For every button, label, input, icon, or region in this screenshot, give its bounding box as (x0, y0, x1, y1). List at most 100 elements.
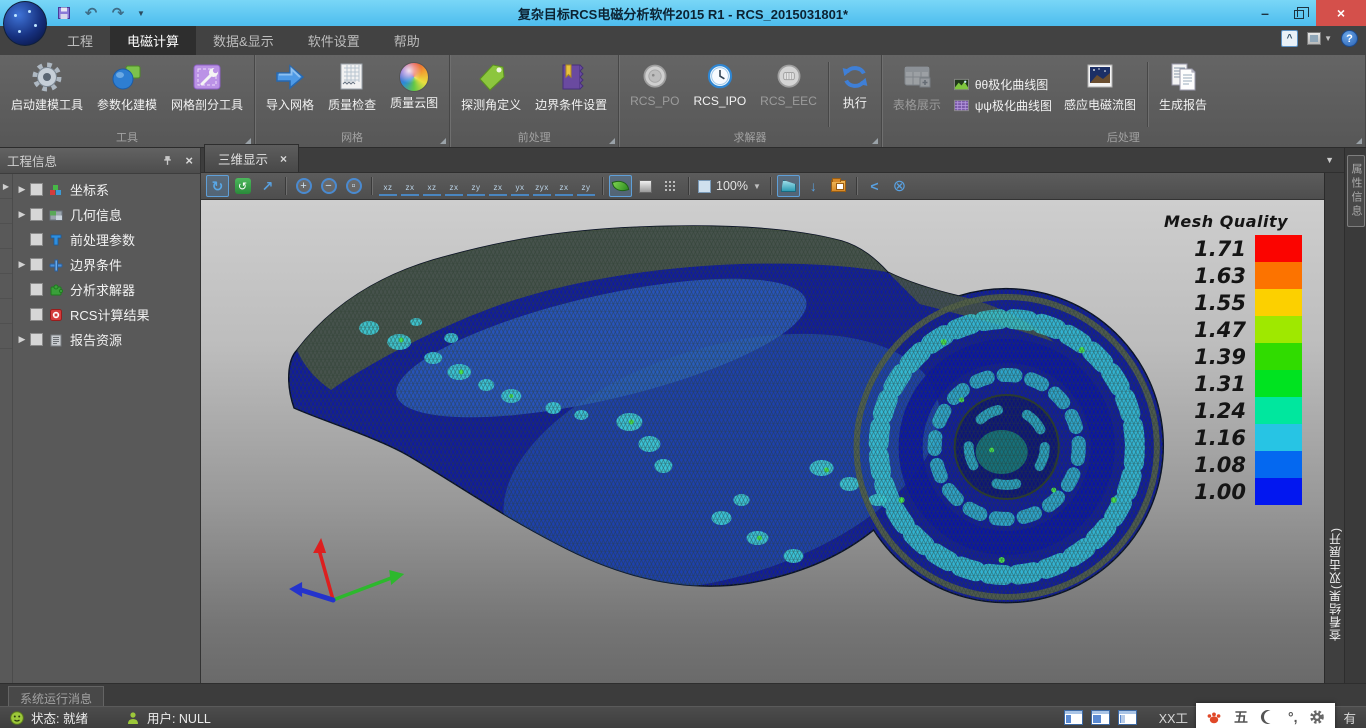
layout-left-button[interactable] (1064, 710, 1083, 725)
orbit-reset-button[interactable]: ↺ (231, 175, 254, 197)
shaded-mode-button[interactable] (609, 175, 632, 197)
download-view-button[interactable]: ↓ (802, 175, 825, 197)
minimize-button[interactable]: – (1248, 0, 1282, 26)
tab-help[interactable]: 帮助 (377, 26, 437, 55)
points-mode-button[interactable] (659, 175, 682, 197)
zoom-out-button[interactable]: − (317, 175, 340, 197)
green-chart-icon (953, 77, 970, 92)
layout-center-button[interactable] (1091, 710, 1110, 725)
boundary-condition-settings-button[interactable]: 边界条件设置 (529, 58, 613, 131)
layout-right-button[interactable] (1118, 710, 1137, 725)
export-image-button[interactable] (827, 175, 850, 197)
table-display-button[interactable]: 表格展示 (887, 58, 947, 131)
property-info-tab[interactable]: 属性信息 (1347, 155, 1365, 227)
checkbox[interactable] (30, 308, 43, 321)
ime-wubi-toggle[interactable]: 五 (1234, 707, 1248, 727)
close-button[interactable]: × (1316, 0, 1366, 26)
rcs-ipo-button[interactable]: RCS_IPO (687, 58, 752, 131)
checkbox[interactable] (30, 283, 43, 296)
checkbox[interactable] (30, 183, 43, 196)
group-expand-icon[interactable] (1356, 138, 1362, 144)
app-logo[interactable] (3, 1, 47, 46)
status-text: 状态: 就绪 (31, 708, 88, 727)
execute-button[interactable]: 执行 (834, 58, 876, 131)
tab-list-dropdown-icon[interactable]: ▼ (1325, 155, 1334, 165)
ime-paw-icon[interactable] (1206, 709, 1222, 725)
mesh-partition-tool-button[interactable]: 网格剖分工具 (165, 58, 249, 131)
expand-icon[interactable]: ▶ (14, 184, 30, 195)
rotate-view-button[interactable]: ↻ (206, 175, 229, 197)
ime-punctuation-toggle[interactable]: °, (1288, 709, 1298, 725)
parametric-modeling-button[interactable]: 参数化建模 (91, 58, 163, 131)
ime-toolbar[interactable]: 五 °, (1196, 703, 1336, 728)
checkbox[interactable] (30, 333, 43, 346)
close-tab-icon[interactable]: × (280, 152, 287, 166)
induced-current-map-button[interactable]: 感应电磁流图 (1058, 58, 1142, 131)
theta-polarization-curve-button[interactable]: θθ极化曲线图 (953, 76, 1052, 93)
tree-item-coordinate-system[interactable]: ▶ 坐标系 (14, 177, 200, 202)
view-iso3-button[interactable]: zy (577, 176, 595, 196)
group-expand-icon[interactable] (440, 138, 446, 144)
ribbon-group-postprocess: 表格展示 θθ极化曲线图 ψψ极化曲线图 感应电磁流图 生成报告 (882, 55, 1366, 147)
zoom-in-button[interactable]: + (292, 175, 315, 197)
select-region-button[interactable] (777, 175, 800, 197)
user-icon (126, 711, 140, 725)
view-iso1-button[interactable]: zyx (533, 176, 551, 196)
tree-item-report-resources[interactable]: ▶ 报告资源 (14, 327, 200, 352)
checkbox[interactable] (30, 208, 43, 221)
help-icon[interactable]: ? (1341, 30, 1358, 47)
checkbox[interactable] (30, 258, 43, 271)
ui-style-dropdown[interactable]: ▼ (1307, 32, 1332, 45)
pan-view-button[interactable]: ↗ (256, 175, 279, 197)
canvas-3d[interactable]: Mesh Quality 1.71 1.63 1.55 1.47 1.39 1.… (201, 200, 1324, 683)
view-zx-button[interactable]: zx (401, 176, 419, 196)
quality-cloudmap-button[interactable]: 质量云图 (384, 58, 444, 131)
zoom-level-control[interactable]: 100% ▼ (695, 179, 764, 193)
view-zx2-button[interactable]: zx (445, 176, 463, 196)
collapse-ribbon-icon[interactable]: ^ (1281, 30, 1298, 47)
expand-icon[interactable]: ▶ (14, 334, 30, 345)
legend-swatch (1255, 289, 1302, 316)
view-xz2-button[interactable]: xz (423, 176, 441, 196)
close-panel-icon[interactable]: × (185, 153, 193, 168)
psi-polarization-curve-button[interactable]: ψψ极化曲线图 (953, 97, 1052, 114)
view-zy-button[interactable]: zy (467, 176, 485, 196)
view-xz-button[interactable]: xz (379, 176, 397, 196)
view-zx3-button[interactable]: zx (489, 176, 507, 196)
probe-angle-define-button[interactable]: 探测角定义 (455, 58, 527, 131)
tree-item-rcs-results[interactable]: RCS计算结果 (14, 302, 200, 327)
generate-report-button[interactable]: 生成报告 (1153, 58, 1213, 131)
view-yx-button[interactable]: yx (511, 176, 529, 196)
ime-gear-icon[interactable] (1309, 709, 1325, 725)
share-button[interactable]: < (863, 175, 886, 197)
expand-icon[interactable]: ▶ (14, 209, 30, 220)
rcs-eec-button[interactable]: RCS_EEC (754, 58, 823, 131)
restore-button[interactable] (1282, 0, 1316, 26)
import-mesh-button[interactable]: 导入网格 (260, 58, 320, 131)
legend-row: 1.71 (1150, 235, 1302, 262)
tab-em-computation[interactable]: 电磁计算 (110, 26, 196, 55)
launch-modeling-tool-button[interactable]: 启动建模工具 (5, 58, 89, 131)
quality-check-button[interactable]: 质量检查 (322, 58, 382, 131)
tree-item-preprocess-params[interactable]: 前处理参数 (14, 227, 200, 252)
expand-icon[interactable]: ▶ (14, 259, 30, 270)
ime-moon-icon[interactable] (1260, 709, 1276, 725)
checkbox[interactable] (30, 233, 43, 246)
pin-icon[interactable] (162, 155, 173, 166)
view-results-splitter[interactable]: 查看结果(双击展开) (1324, 173, 1344, 683)
view-iso2-button[interactable]: zx (555, 176, 573, 196)
group-expand-icon[interactable] (609, 138, 615, 144)
rcs-po-button[interactable]: RCS_PO (624, 58, 685, 131)
solid-mode-button[interactable] (634, 175, 657, 197)
tree-item-geometry-info[interactable]: ▶ 几何信息 (14, 202, 200, 227)
group-expand-icon[interactable] (872, 138, 878, 144)
tab-3d-display[interactable]: 三维显示 × (204, 144, 299, 172)
clear-view-button[interactable]: ⊗ (888, 175, 911, 197)
tab-data-display[interactable]: 数据&显示 (196, 26, 291, 55)
tree-item-analysis-solver[interactable]: 分析求解器 (14, 277, 200, 302)
tab-project[interactable]: 工程 (50, 26, 110, 55)
tab-software-settings[interactable]: 软件设置 (291, 26, 377, 55)
tree-item-boundary-conditions[interactable]: ▶ 边界条件 (14, 252, 200, 277)
gutter-expand-icon[interactable]: ▶ (0, 174, 12, 199)
zoom-fit-button[interactable]: ▫ (342, 175, 365, 197)
